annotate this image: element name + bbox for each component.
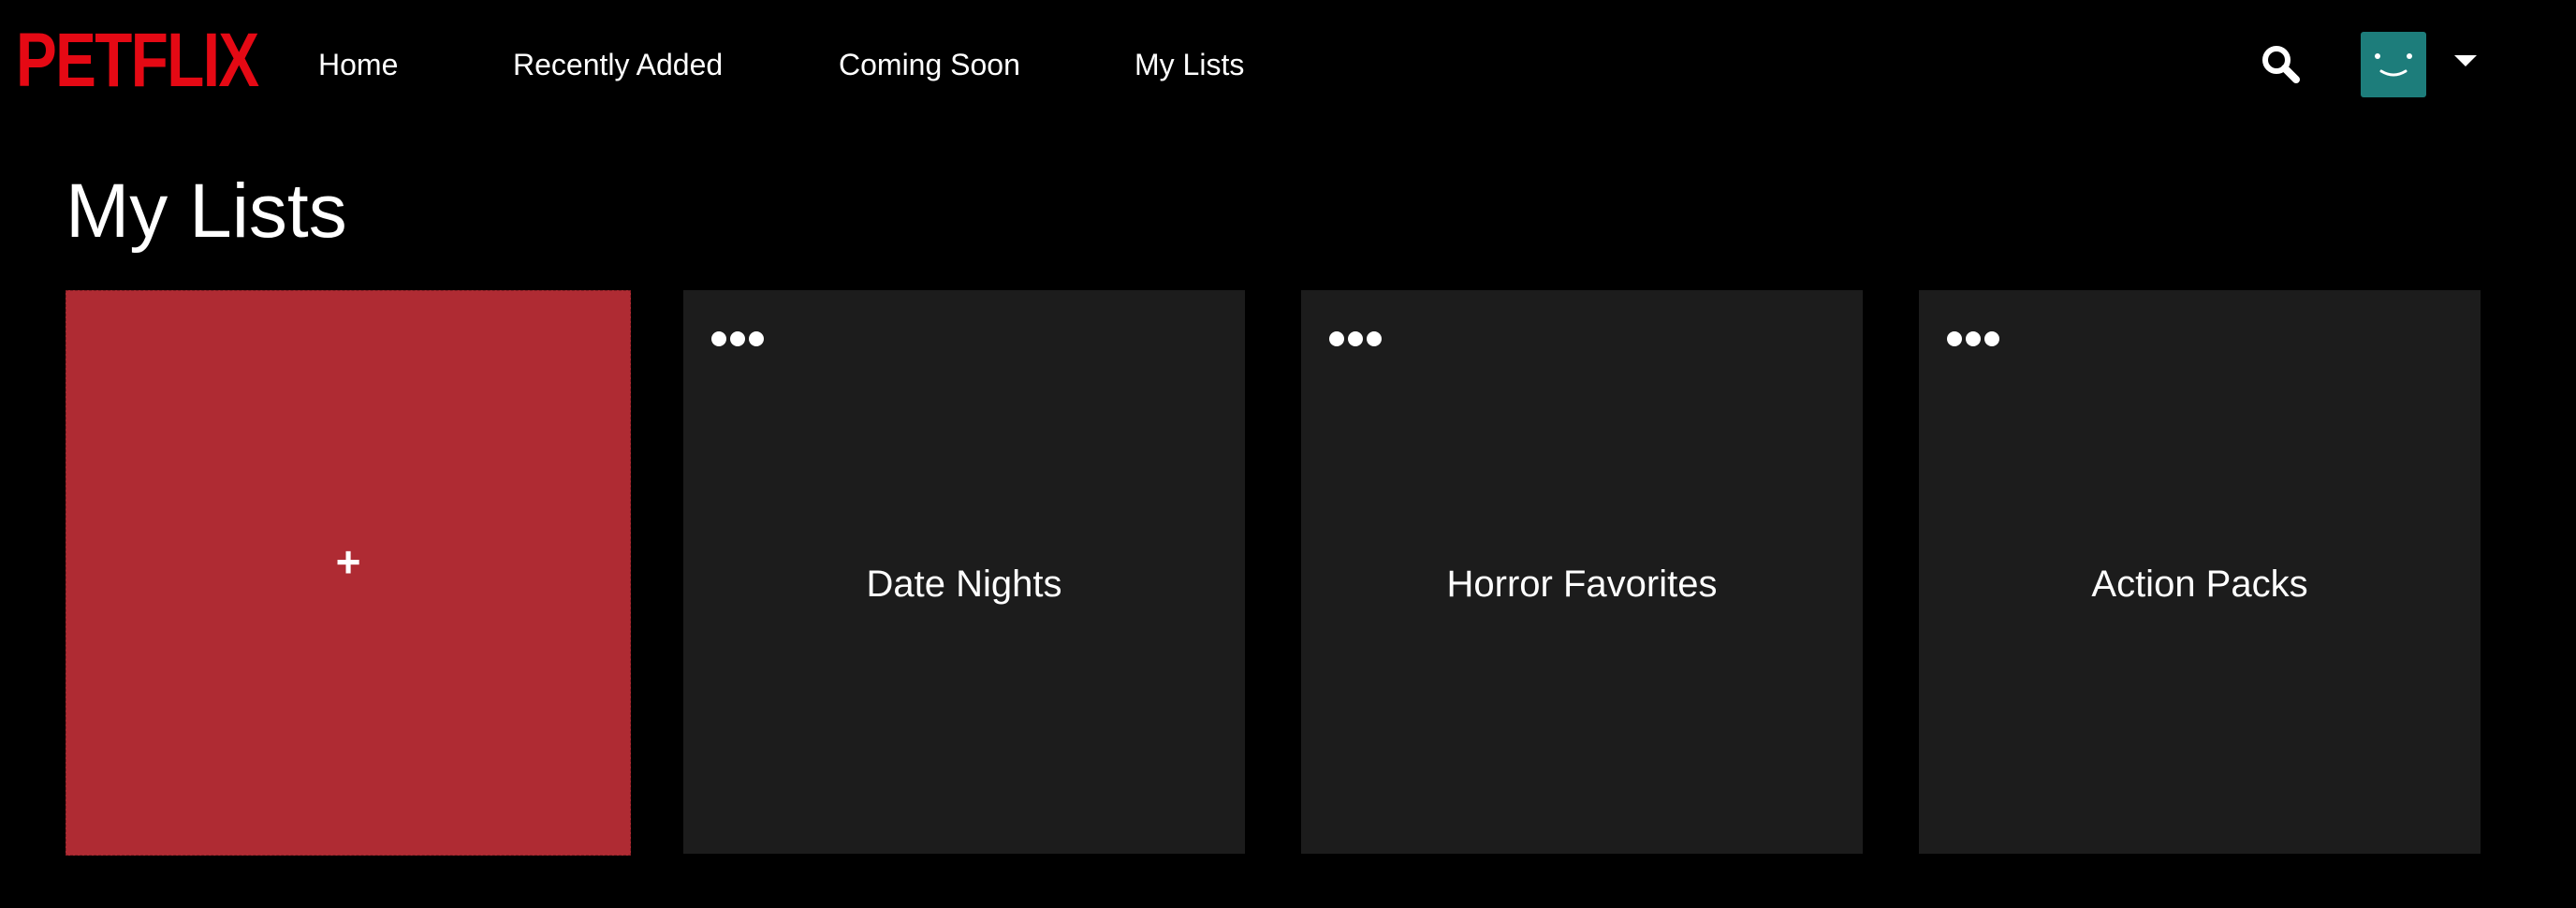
page-title: My Lists	[66, 168, 347, 254]
caret-down-icon	[2454, 55, 2477, 66]
list-card[interactable]: Action Packs	[1919, 290, 2481, 854]
more-dots-icon	[1329, 331, 1382, 346]
profile-avatar[interactable]	[2361, 32, 2426, 97]
list-options-button[interactable]	[1945, 330, 2005, 348]
nav-item-my-lists[interactable]: My Lists	[1134, 43, 1244, 86]
smiley-avatar-icon	[2375, 53, 2412, 77]
nav-item-home[interactable]: Home	[318, 43, 398, 86]
list-card[interactable]: Horror Favorites	[1301, 290, 1863, 854]
list-card-title: Action Packs	[2091, 564, 2308, 605]
page: PETFLIX Home Recently Added Coming Soon …	[0, 0, 2576, 908]
list-card-title: Horror Favorites	[1446, 564, 1718, 605]
more-dots-icon	[711, 331, 764, 346]
list-card-title: Date Nights	[866, 564, 1062, 605]
add-list-card[interactable]: +	[66, 290, 631, 856]
list-options-button[interactable]	[710, 330, 769, 348]
list-options-button[interactable]	[1327, 330, 1387, 348]
profile-menu-toggle[interactable]	[2452, 52, 2479, 69]
list-card[interactable]: Date Nights	[683, 290, 1245, 854]
logo[interactable]: PETFLIX	[16, 21, 259, 101]
search-button[interactable]	[2258, 41, 2305, 88]
nav-item-coming-soon[interactable]: Coming Soon	[839, 43, 1020, 86]
plus-icon: +	[335, 537, 361, 586]
search-icon	[2262, 46, 2300, 83]
more-dots-icon	[1947, 331, 1999, 346]
top-navigation-bar: PETFLIX Home Recently Added Coming Soon …	[0, 0, 2576, 131]
nav-item-recently-added[interactable]: Recently Added	[513, 43, 723, 86]
